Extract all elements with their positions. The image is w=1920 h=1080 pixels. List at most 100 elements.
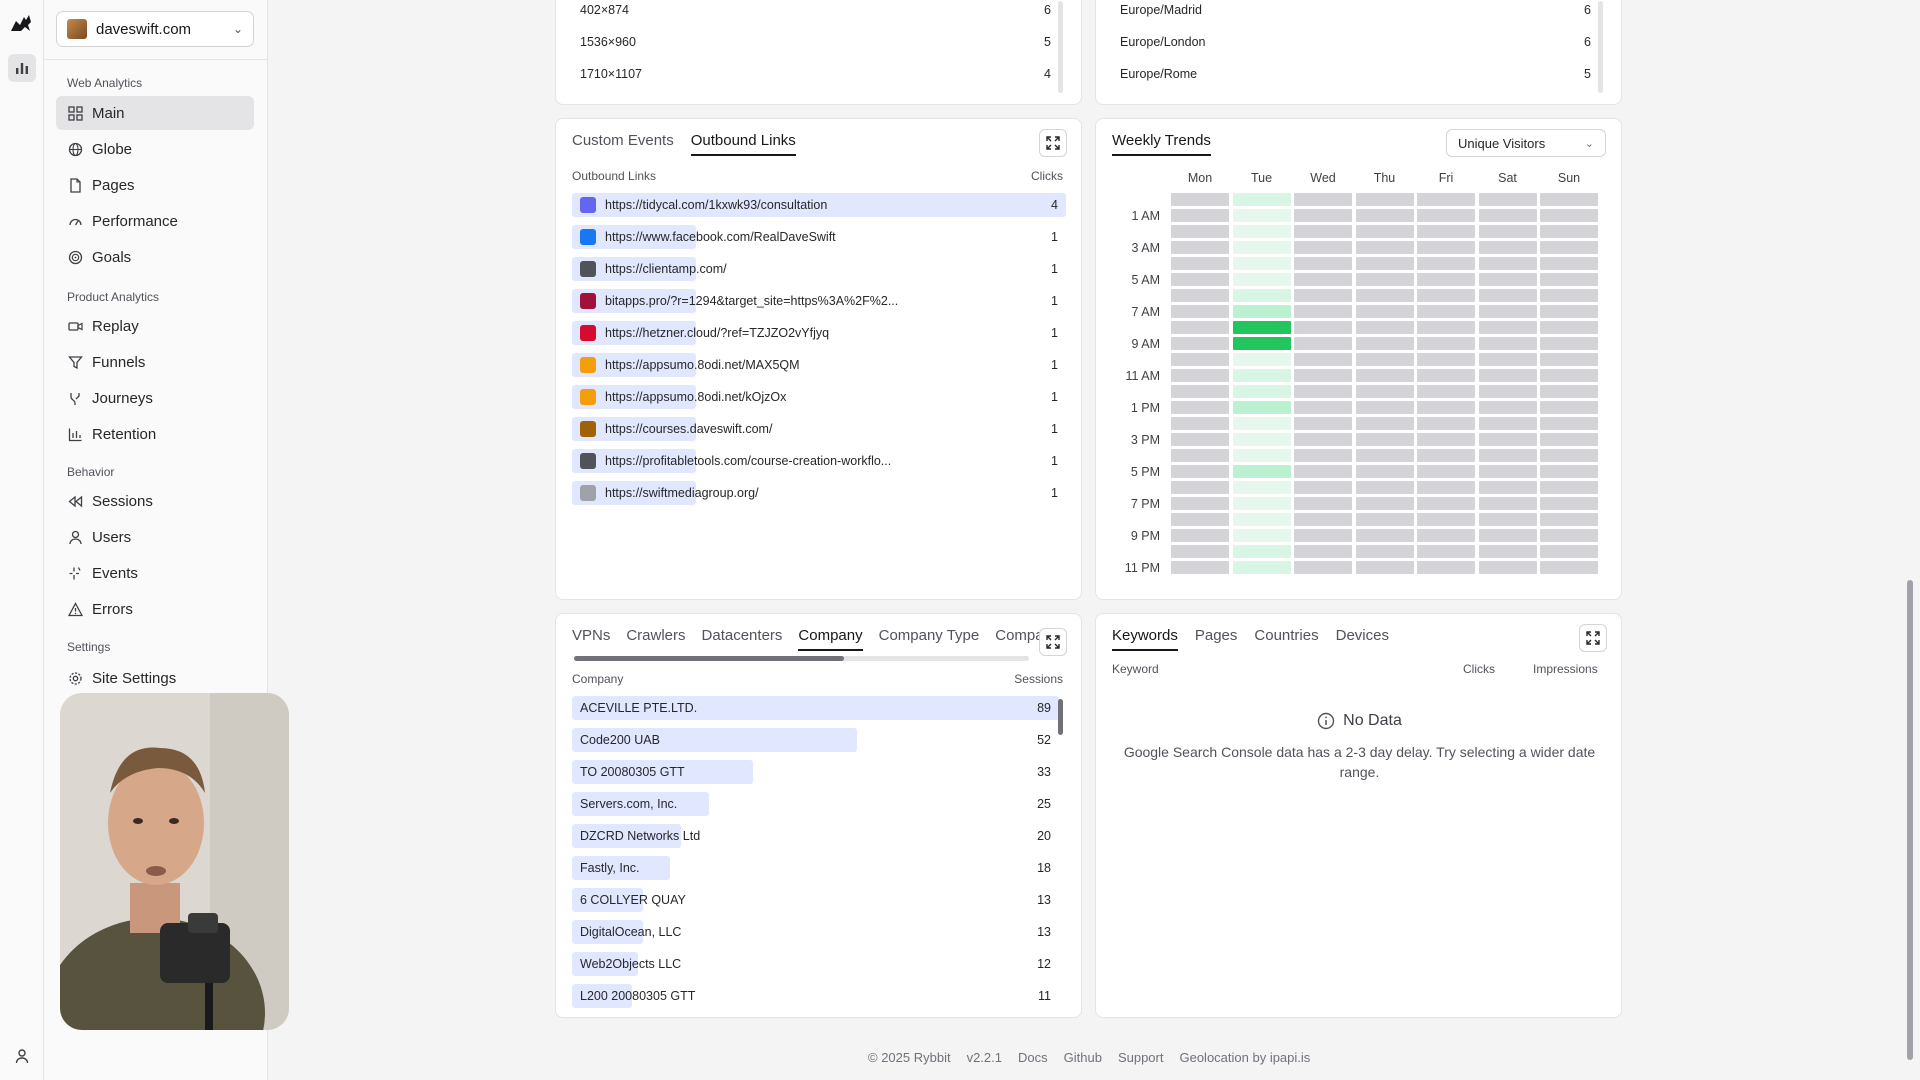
- heatmap-cell[interactable]: [1355, 241, 1414, 254]
- heatmap-cell[interactable]: [1232, 305, 1291, 318]
- heatmap-cell[interactable]: [1232, 561, 1291, 574]
- heatmap-cell[interactable]: [1540, 513, 1598, 526]
- heatmap-cell[interactable]: [1171, 385, 1229, 398]
- heatmap-cell[interactable]: [1478, 385, 1537, 398]
- heatmap-cell[interactable]: [1355, 481, 1414, 494]
- heatmap-cell[interactable]: [1540, 561, 1598, 574]
- outbound-link-url[interactable]: https://appsumo.8odi.net/MAX5QM: [605, 358, 800, 372]
- heatmap-cell[interactable]: [1478, 545, 1537, 558]
- company-row[interactable]: 6 COLLYER QUAY 13: [572, 888, 1059, 912]
- heatmap-cell[interactable]: [1478, 193, 1537, 206]
- expand-button[interactable]: [1039, 129, 1067, 157]
- outbound-link-row[interactable]: https://courses.daveswift.com/1: [572, 417, 1066, 441]
- heatmap-cell[interactable]: [1540, 433, 1598, 446]
- heatmap-cell[interactable]: [1171, 433, 1229, 446]
- heatmap-cell[interactable]: [1540, 449, 1598, 462]
- heatmap-cell[interactable]: [1417, 481, 1475, 494]
- heatmap-cell[interactable]: [1478, 369, 1537, 382]
- outbound-link-row[interactable]: https://www.facebook.com/RealDaveSwift 1: [572, 225, 1066, 249]
- heatmap-cell[interactable]: [1417, 321, 1475, 334]
- heatmap-cell[interactable]: [1232, 545, 1291, 558]
- heatmap-cell[interactable]: [1294, 529, 1352, 542]
- list-item[interactable]: 1710×1107 4: [572, 62, 1059, 86]
- heatmap-cell[interactable]: [1417, 257, 1475, 270]
- outbound-link-url[interactable]: https://tidycal.com/1kxwk93/consultation: [605, 198, 827, 212]
- heatmap-cell[interactable]: [1355, 273, 1414, 286]
- heatmap-cell[interactable]: [1294, 273, 1352, 286]
- heatmap-cell[interactable]: [1540, 545, 1598, 558]
- heatmap-cell[interactable]: [1294, 513, 1352, 526]
- heatmap-cell[interactable]: [1171, 449, 1229, 462]
- heatmap-cell[interactable]: [1171, 401, 1229, 414]
- tab-pages[interactable]: Pages: [1195, 627, 1238, 651]
- heatmap-cell[interactable]: [1355, 353, 1414, 366]
- site-selector[interactable]: daveswift.com ⌄: [56, 11, 254, 47]
- heatmap-cell[interactable]: [1232, 433, 1291, 446]
- heatmap-cell[interactable]: [1478, 289, 1537, 302]
- heatmap-cell[interactable]: [1417, 465, 1475, 478]
- company-row[interactable]: TO 20080305 GTT 33: [572, 760, 1059, 784]
- heatmap-cell[interactable]: [1540, 481, 1598, 494]
- heatmap-cell[interactable]: [1232, 353, 1291, 366]
- heatmap-cell[interactable]: [1232, 337, 1291, 350]
- heatmap-cell[interactable]: [1294, 385, 1352, 398]
- heatmap-cell[interactable]: [1417, 353, 1475, 366]
- outbound-link-url[interactable]: https://hetzner.cloud/?ref=TZJZO2vYfjyq: [605, 326, 829, 340]
- heatmap-cell[interactable]: [1171, 417, 1229, 430]
- outbound-link-row[interactable]: bitapps.pro/?r=1294&target_site=https%3A…: [572, 289, 1066, 313]
- heatmap-cell[interactable]: [1417, 369, 1475, 382]
- heatmap-cell[interactable]: [1417, 417, 1475, 430]
- heatmap-cell[interactable]: [1232, 369, 1291, 382]
- scrollbar-thumb[interactable]: [1058, 699, 1063, 735]
- heatmap-cell[interactable]: [1478, 417, 1537, 430]
- sidebar-item-goals[interactable]: Goals: [56, 240, 254, 274]
- heatmap-cell[interactable]: [1478, 353, 1537, 366]
- heatmap-cell[interactable]: [1478, 497, 1537, 510]
- outbound-link-url[interactable]: https://courses.daveswift.com/: [605, 422, 772, 436]
- heatmap-cell[interactable]: [1355, 209, 1414, 222]
- heatmap-cell[interactable]: [1355, 561, 1414, 574]
- tab-devices[interactable]: Devices: [1336, 627, 1389, 651]
- outbound-link-url[interactable]: https://clientamp.com/: [605, 262, 727, 276]
- heatmap-cell[interactable]: [1171, 289, 1229, 302]
- heatmap-cell[interactable]: [1171, 481, 1229, 494]
- outbound-link-row[interactable]: https://profitabletools.com/course-creat…: [572, 449, 1066, 473]
- heatmap-cell[interactable]: [1171, 321, 1229, 334]
- outbound-link-url[interactable]: https://profitabletools.com/course-creat…: [605, 454, 891, 468]
- heatmap-cell[interactable]: [1171, 337, 1229, 350]
- heatmap-cell[interactable]: [1478, 433, 1537, 446]
- company-row[interactable]: Code200 UAB 52: [572, 728, 1059, 752]
- heatmap-cell[interactable]: [1232, 209, 1291, 222]
- heatmap-cell[interactable]: [1171, 513, 1229, 526]
- sidebar-item-users[interactable]: Users: [56, 520, 254, 554]
- heatmap-cell[interactable]: [1478, 225, 1537, 238]
- tab-vpns[interactable]: VPNs: [572, 627, 610, 651]
- sidebar-item-replay[interactable]: Replay: [56, 309, 254, 343]
- outbound-link-row[interactable]: https://appsumo.8odi.net/MAX5QM 1: [572, 353, 1066, 377]
- heatmap-cell[interactable]: [1294, 305, 1352, 318]
- sidebar-item-site-settings[interactable]: Site Settings: [56, 661, 254, 695]
- heatmap-cell[interactable]: [1417, 305, 1475, 318]
- heatmap-cell[interactable]: [1171, 529, 1229, 542]
- heatmap-cell[interactable]: [1355, 193, 1414, 206]
- heatmap-cell[interactable]: [1294, 545, 1352, 558]
- heatmap-cell[interactable]: [1540, 273, 1598, 286]
- heatmap-cell[interactable]: [1171, 465, 1229, 478]
- company-row[interactable]: Servers.com, Inc. 25: [572, 792, 1059, 816]
- heatmap-cell[interactable]: [1171, 545, 1229, 558]
- heatmap-cell[interactable]: [1232, 257, 1291, 270]
- heatmap-cell[interactable]: [1355, 225, 1414, 238]
- heatmap-cell[interactable]: [1232, 401, 1291, 414]
- account-button[interactable]: [11, 1045, 33, 1067]
- heatmap-cell[interactable]: [1232, 513, 1291, 526]
- heatmap-cell[interactable]: [1232, 481, 1291, 494]
- heatmap-cell[interactable]: [1171, 241, 1229, 254]
- outbound-link-row[interactable]: https://clientamp.com/1: [572, 257, 1066, 281]
- heatmap-cell[interactable]: [1171, 273, 1229, 286]
- heatmap-cell[interactable]: [1478, 513, 1537, 526]
- tab-crawlers[interactable]: Crawlers: [626, 627, 685, 651]
- metric-select[interactable]: Unique Visitors ⌄: [1446, 129, 1606, 157]
- heatmap-cell[interactable]: [1171, 193, 1229, 206]
- tab-countries[interactable]: Countries: [1254, 627, 1318, 651]
- outbound-link-url[interactable]: https://appsumo.8odi.net/kOjzOx: [605, 390, 786, 404]
